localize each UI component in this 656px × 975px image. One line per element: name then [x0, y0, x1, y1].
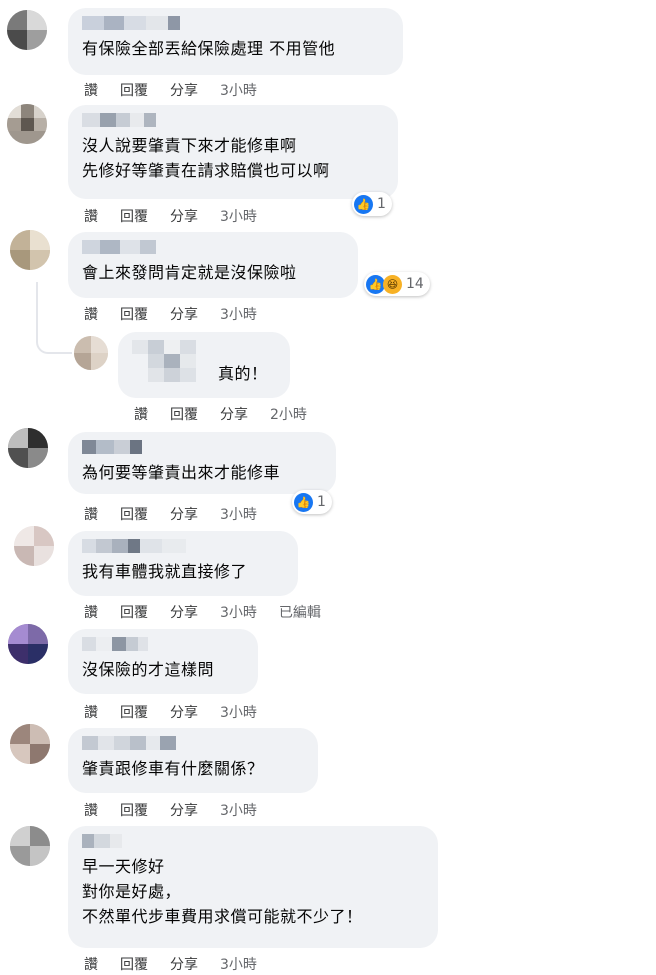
reply-button[interactable]: 回覆: [120, 602, 148, 622]
like-button[interactable]: 讚: [84, 954, 98, 974]
timestamp[interactable]: 2小時: [270, 404, 307, 424]
timestamp[interactable]: 3小時: [220, 304, 257, 324]
share-button[interactable]: 分享: [170, 304, 198, 324]
reaction-count: 14: [406, 276, 424, 292]
comment-text: 肇責跟修車有什麼關係？: [82, 759, 264, 778]
author-name[interactable]: [82, 113, 384, 127]
comment-text: 沒人說要肇責下來才能修車啊 先修好等肇責在請求賠償也可以啊: [82, 136, 330, 180]
haha-icon: 😆: [383, 274, 402, 294]
timestamp[interactable]: 3小時: [220, 504, 257, 524]
author-name[interactable]: [82, 637, 244, 651]
comment-text: 沒保險的才這樣問: [82, 660, 215, 679]
avatar[interactable]: [74, 336, 108, 370]
like-button[interactable]: 讚: [84, 504, 98, 524]
like-icon: 👍: [294, 492, 313, 512]
like-button[interactable]: 讚: [84, 702, 98, 722]
comment-text: 早一天修好 對你是好處， 不然單代步車費用求償可能就不少了！: [82, 857, 363, 926]
comment-bubble: 沒保險的才這樣問: [68, 629, 258, 694]
avatar[interactable]: [8, 428, 48, 468]
reaction-summary[interactable]: 👍 1: [352, 192, 392, 216]
timestamp[interactable]: 3小時: [220, 800, 257, 820]
author-name[interactable]: [132, 340, 212, 382]
timestamp[interactable]: 3小時: [220, 602, 257, 622]
reply-button[interactable]: 回覆: [120, 504, 148, 524]
comment-bubble: 為何要等肇責出來才能修車: [68, 432, 336, 494]
reply-button[interactable]: 回覆: [120, 304, 148, 324]
comment-bubble: 會上來發問肯定就是沒保險啦: [68, 232, 358, 298]
timestamp[interactable]: 3小時: [220, 80, 257, 100]
comment-actions: 讚 回覆 分享 3小時: [84, 80, 279, 100]
share-button[interactable]: 分享: [170, 80, 198, 100]
comment-actions: 讚 回覆 分享 2小時: [134, 404, 329, 424]
timestamp[interactable]: 3小時: [220, 206, 257, 226]
comment-bubble: 沒人說要肇責下來才能修車啊 先修好等肇責在請求賠償也可以啊: [68, 105, 398, 199]
comment-actions: 讚 回覆 分享 3小時: [84, 800, 279, 820]
share-button[interactable]: 分享: [170, 602, 198, 622]
like-icon: 👍: [354, 194, 373, 214]
comment-text: 會上來發問肯定就是沒保險啦: [82, 263, 297, 282]
comment-actions: 讚 回覆 分享 3小時: [84, 504, 279, 524]
like-button[interactable]: 讚: [84, 602, 98, 622]
author-name[interactable]: [82, 539, 284, 553]
avatar[interactable]: [14, 526, 54, 566]
comment-actions: 讚 回覆 分享 3小時: [84, 304, 279, 324]
author-name[interactable]: [82, 440, 322, 454]
avatar[interactable]: [7, 10, 47, 50]
edited-label[interactable]: 已編輯: [279, 602, 321, 622]
reply-button[interactable]: 回覆: [120, 206, 148, 226]
reply-button[interactable]: 回覆: [120, 80, 148, 100]
like-button[interactable]: 讚: [84, 304, 98, 324]
author-name[interactable]: [82, 736, 304, 750]
comment-bubble: 有保險全部丟給保險處理 不用管他: [68, 8, 403, 75]
comment-bubble: 我有車體我就直接修了: [68, 531, 298, 596]
reaction-summary[interactable]: 👍 😆 14: [364, 272, 430, 296]
author-name[interactable]: [82, 240, 344, 254]
comment-bubble: 真的！: [118, 332, 290, 398]
timestamp[interactable]: 3小時: [220, 702, 257, 722]
avatar[interactable]: [7, 104, 47, 144]
comment-text: 為何要等肇責出來才能修車: [82, 463, 281, 482]
comment-bubble: 肇責跟修車有什麼關係？: [68, 728, 318, 793]
share-button[interactable]: 分享: [170, 504, 198, 524]
reaction-count: 1: [317, 494, 326, 510]
reply-button[interactable]: 回覆: [120, 800, 148, 820]
avatar[interactable]: [10, 724, 50, 764]
avatar[interactable]: [10, 826, 50, 866]
comment-bubble: 早一天修好 對你是好處， 不然單代步車費用求償可能就不少了！: [68, 826, 438, 948]
like-button[interactable]: 讚: [84, 80, 98, 100]
author-name[interactable]: [82, 16, 389, 30]
reply-thread-line: [36, 282, 72, 354]
avatar[interactable]: [10, 230, 50, 270]
comment-actions: 讚 回覆 分享 3小時: [84, 702, 279, 722]
timestamp[interactable]: 3小時: [220, 954, 257, 974]
share-button[interactable]: 分享: [170, 954, 198, 974]
reply-button[interactable]: 回覆: [170, 404, 198, 424]
share-button[interactable]: 分享: [170, 800, 198, 820]
comment-text: 有保險全部丟給保險處理 不用管他: [82, 39, 336, 58]
reply-button[interactable]: 回覆: [120, 954, 148, 974]
comment-actions: 讚 回覆 分享 3小時: [84, 954, 279, 974]
avatar[interactable]: [8, 624, 48, 664]
share-button[interactable]: 分享: [170, 206, 198, 226]
comment-text: 真的！: [218, 364, 268, 383]
share-button[interactable]: 分享: [170, 702, 198, 722]
reply-button[interactable]: 回覆: [120, 702, 148, 722]
share-button[interactable]: 分享: [220, 404, 248, 424]
comment-text: 我有車體我就直接修了: [82, 562, 248, 581]
reaction-summary[interactable]: 👍 1: [292, 490, 332, 514]
comment-actions: 讚 回覆 分享 3小時 已編輯: [84, 602, 321, 622]
reaction-count: 1: [377, 196, 386, 212]
like-button[interactable]: 讚: [134, 404, 148, 424]
comment-actions: 讚 回覆 分享 3小時: [84, 206, 279, 226]
like-button[interactable]: 讚: [84, 206, 98, 226]
like-button[interactable]: 讚: [84, 800, 98, 820]
author-name[interactable]: [82, 834, 424, 848]
